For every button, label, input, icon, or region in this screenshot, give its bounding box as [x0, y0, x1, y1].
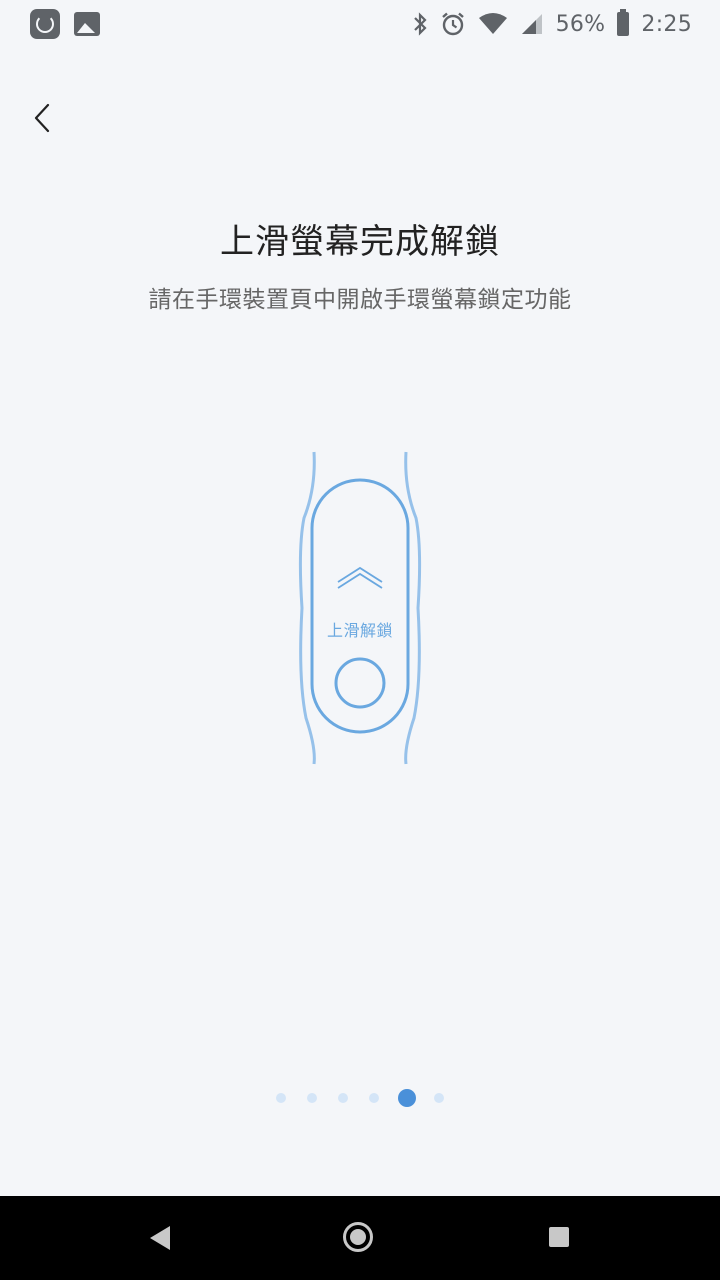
- back-button[interactable]: [24, 96, 60, 140]
- nav-recents-icon[interactable]: [549, 1227, 569, 1247]
- cellular-signal-icon: [521, 14, 542, 34]
- page-dot-6: [434, 1093, 444, 1103]
- band-screen-capsule: [310, 478, 410, 734]
- page-dot-1: [276, 1093, 286, 1103]
- mi-fit-app-icon: [30, 9, 60, 39]
- image-notification-icon: [74, 12, 100, 36]
- page-title: 上滑螢幕完成解鎖: [220, 222, 500, 262]
- bluetooth-icon: [413, 12, 427, 36]
- status-time: 2:25: [641, 11, 692, 37]
- fitness-band-illustration: [298, 451, 422, 765]
- system-navigation-bar: [0, 1196, 720, 1280]
- band-unlock-label: 上滑解鎖: [326, 621, 393, 640]
- status-bar-left: [30, 9, 100, 39]
- page-subtitle: 請在手環裝置頁中開啟手環螢幕鎖定功能: [148, 287, 572, 313]
- band-home-button: [334, 657, 386, 709]
- page-dot-2: [307, 1093, 317, 1103]
- status-bar-right: 56% 2:25: [412, 9, 692, 37]
- wifi-icon: [478, 13, 507, 34]
- nav-home-icon[interactable]: [343, 1222, 373, 1252]
- chevron-up-icon: [337, 566, 383, 589]
- alarm-icon: [441, 12, 464, 36]
- chevron-left-icon: [34, 103, 50, 133]
- page-dot-4: [369, 1093, 379, 1103]
- band-strap-outline: [298, 451, 422, 765]
- battery-icon: [617, 9, 630, 36]
- battery-percentage: 56%: [555, 11, 606, 37]
- nav-back-icon[interactable]: [150, 1226, 170, 1250]
- status-bar: 56% 2:25: [0, 0, 720, 48]
- page-dot-3: [338, 1093, 348, 1103]
- page-indicator: [0, 1089, 720, 1107]
- page-dot-5-active: [397, 1089, 416, 1107]
